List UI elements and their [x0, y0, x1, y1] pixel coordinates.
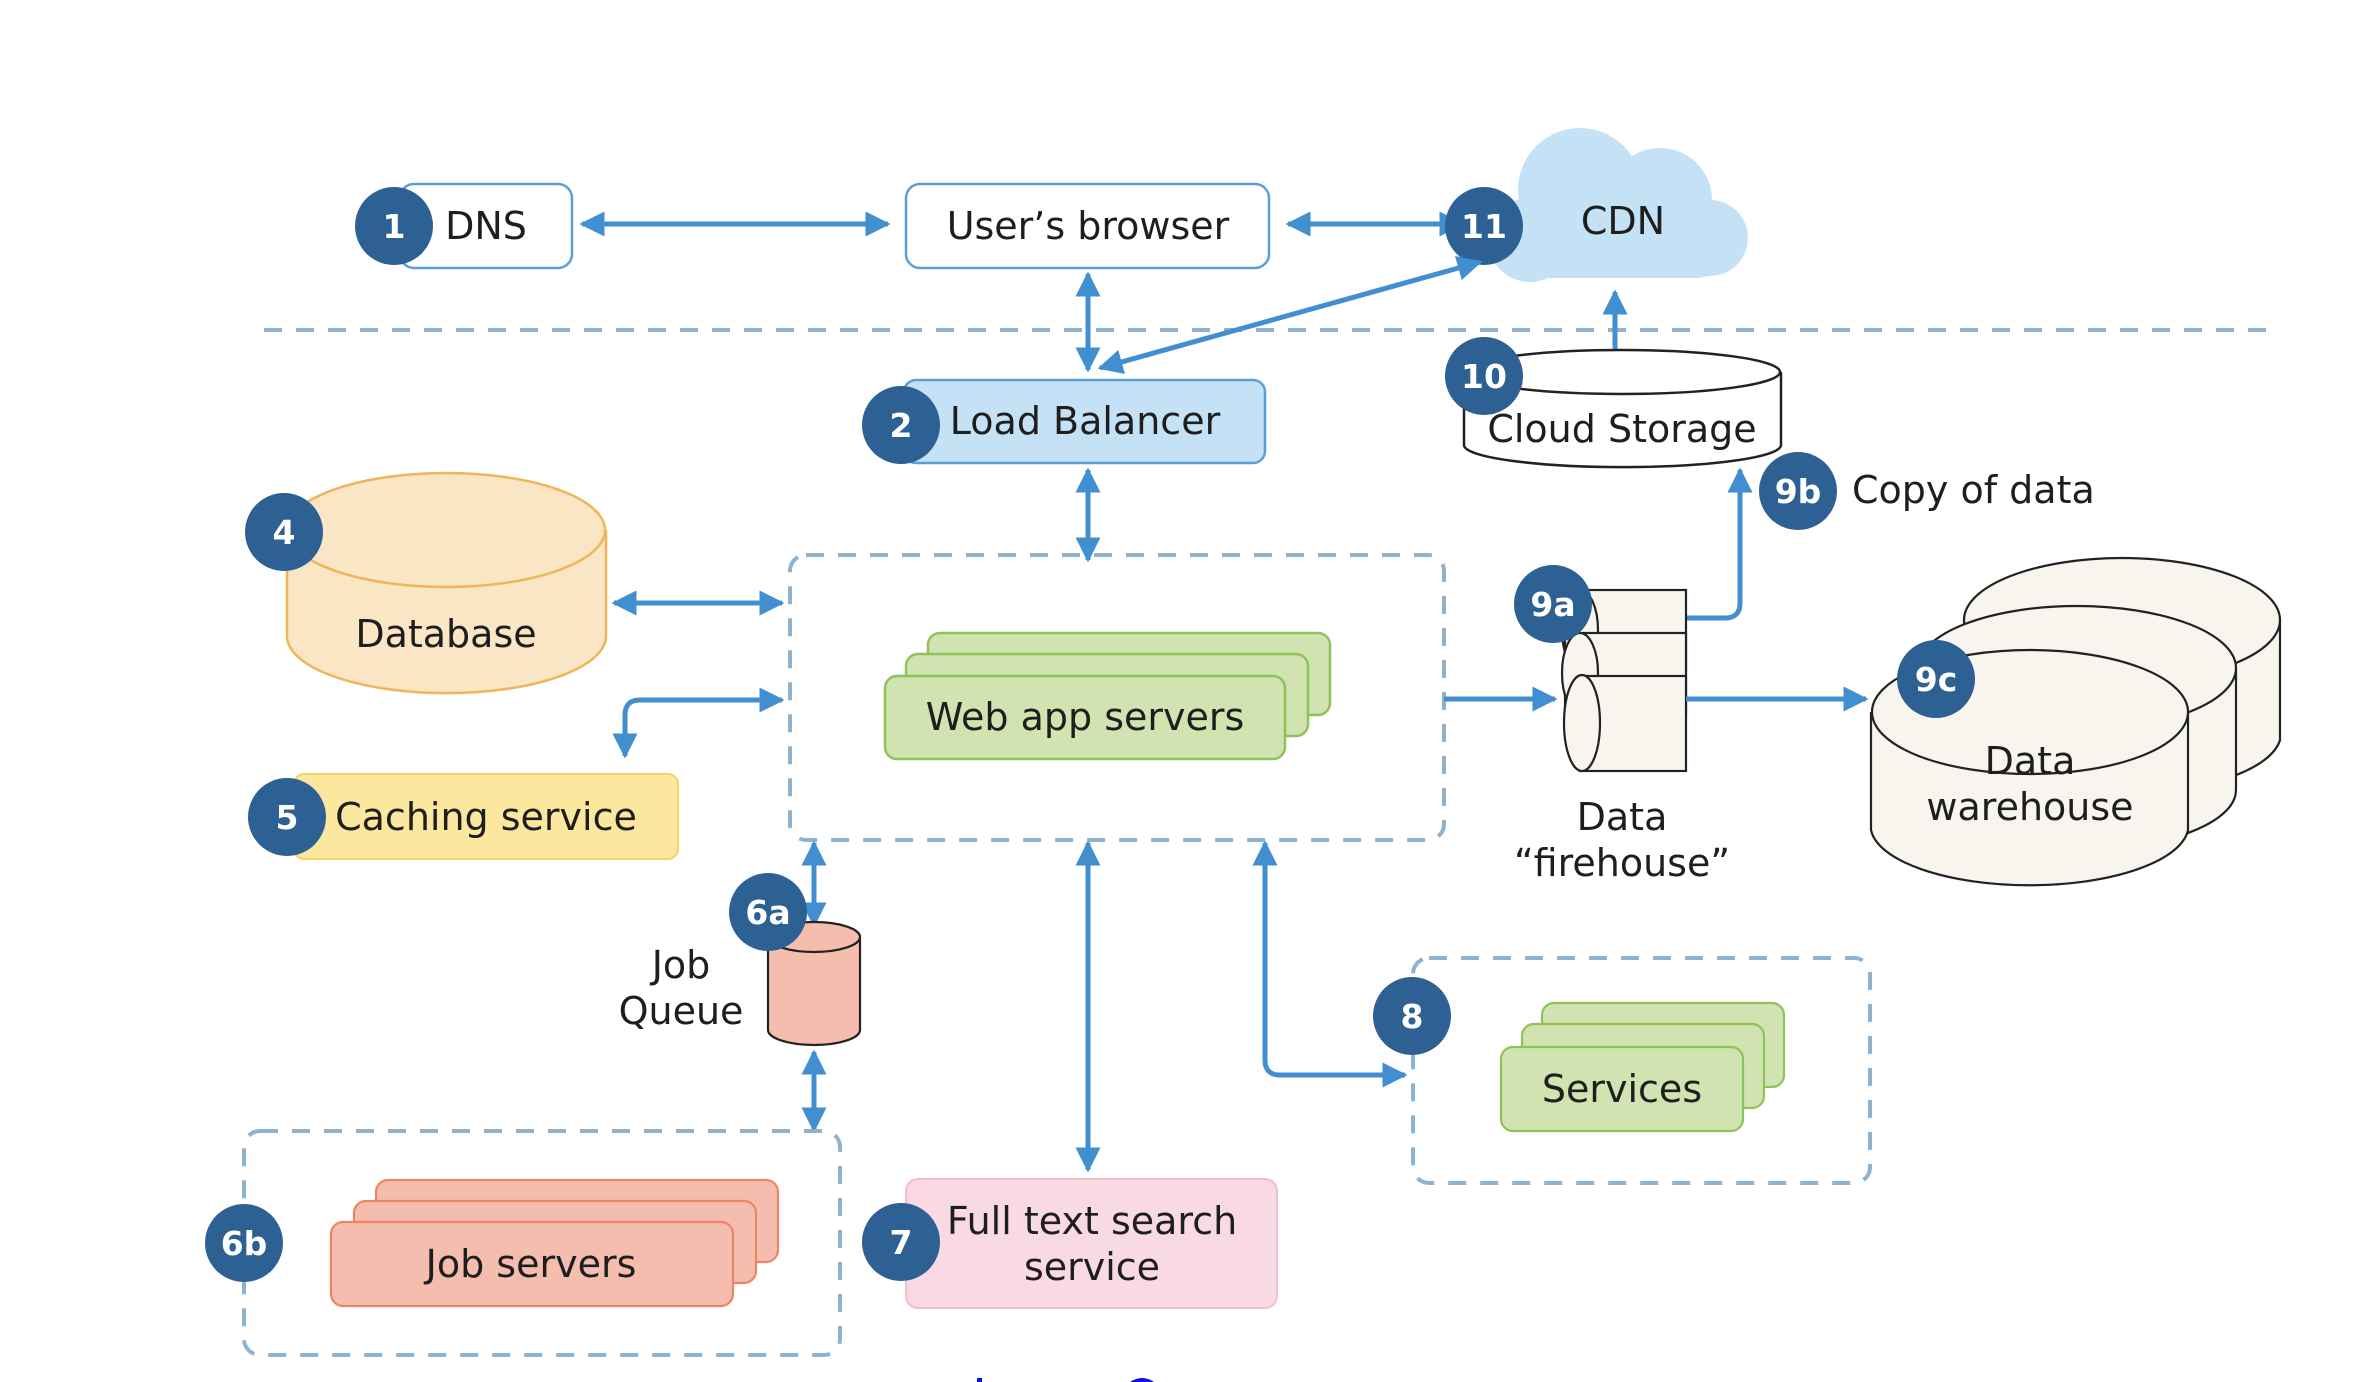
fts-label-line2: service	[1024, 1245, 1160, 1289]
job-servers-label: Job servers	[424, 1242, 637, 1286]
load-balancer-label: Load Balancer	[950, 399, 1221, 443]
badge-9a-label: 9a	[1530, 585, 1575, 624]
badge-6b-label: 6b	[221, 1224, 268, 1263]
badge-1-label: 1	[383, 207, 406, 246]
database-label: Database	[355, 612, 536, 656]
copy-of-data-label-group: 9b Copy of data	[1759, 452, 2095, 530]
fts-label-line1: Full text search	[947, 1199, 1237, 1243]
cutoff-glyph-fragment	[977, 1378, 982, 1382]
cdn-node[interactable]: CDN 11	[1445, 128, 1748, 282]
data-warehouse-node[interactable]	[1869, 556, 2282, 887]
cloud-storage-label: Cloud Storage	[1487, 407, 1756, 451]
cloud-storage-node[interactable]: Cloud Storage 10	[1445, 337, 1783, 469]
badge-4-label: 4	[273, 513, 296, 552]
dns-node[interactable]: 1 DNS	[355, 182, 574, 270]
firehose-node[interactable]: 9a Data “firehouse”	[1514, 565, 1730, 885]
caching-label: Caching service	[335, 795, 637, 839]
architecture-diagram: 1 DNS User’s browser CDN 11 2 Load Balan…	[205, 128, 2282, 1382]
badge-5-label: 5	[276, 798, 299, 837]
load-balancer-node[interactable]: 2 Load Balancer	[862, 378, 1267, 465]
browser-node[interactable]: User’s browser	[904, 182, 1271, 270]
badge-8-label: 8	[1401, 997, 1424, 1036]
cutoff-glyph-fragment	[1130, 1378, 1154, 1382]
firehose-label-line1: Data	[1577, 795, 1668, 839]
badge-9c-label: 9c	[1915, 660, 1958, 699]
browser-label: User’s browser	[947, 204, 1230, 248]
web-app-servers-label: Web app servers	[926, 695, 1245, 739]
warehouse-label-line2: warehouse	[1926, 785, 2133, 829]
services-label: Services	[1542, 1067, 1702, 1111]
database-node[interactable]: Database 4	[245, 471, 608, 695]
warehouse-label-line1: Data	[1985, 739, 2076, 783]
badge-11-label: 11	[1461, 207, 1507, 246]
copy-of-data-label: Copy of data	[1852, 468, 2095, 512]
badge-7-label: 7	[890, 1223, 913, 1262]
job-queue-label-line1: Job	[650, 943, 711, 987]
web-app-servers-node[interactable]: Web app servers	[883, 631, 1332, 761]
job-servers-node[interactable]: Job servers	[329, 1178, 780, 1308]
job-queue-node[interactable]: 6a Job Queue	[619, 873, 862, 1047]
cdn-label: CDN	[1581, 199, 1665, 243]
job-queue-label-line2: Queue	[619, 989, 744, 1033]
arrow-web-caching	[612, 687, 785, 759]
caching-service-node[interactable]: 5 Caching service	[248, 773, 679, 860]
arrow-firehose-storage	[1686, 467, 1753, 621]
badge-2-label: 2	[890, 406, 913, 445]
badge-6a-label: 6a	[745, 893, 790, 932]
arrow-lb-cdn	[1097, 256, 1483, 374]
badge-10-label: 10	[1461, 357, 1507, 396]
badge-9b-label: 9b	[1775, 472, 1822, 511]
firehose-label-line2: “firehouse”	[1514, 841, 1730, 885]
full-text-search-node[interactable]: 7 Full text search service	[862, 1178, 1278, 1309]
dns-label: DNS	[445, 204, 527, 248]
services-node[interactable]: Services	[1499, 1001, 1786, 1133]
